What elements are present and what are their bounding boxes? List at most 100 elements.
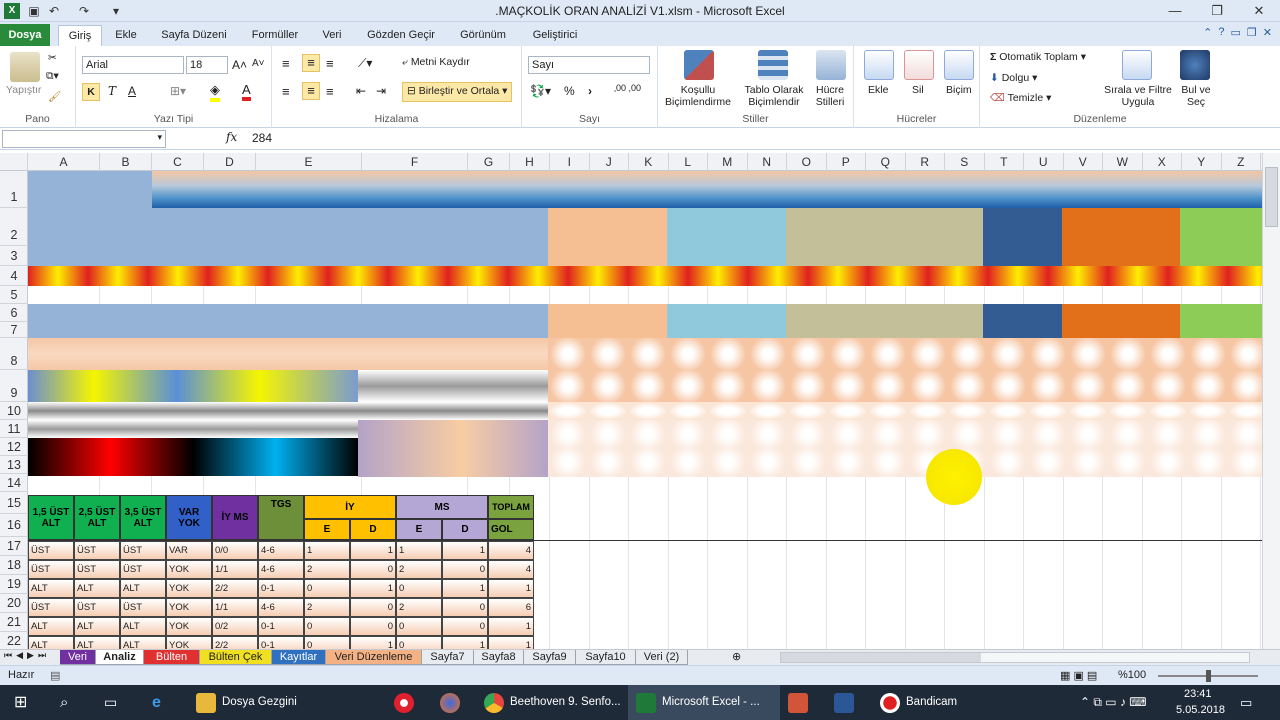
conditional-format-icon[interactable]: [684, 50, 714, 80]
zoom-level[interactable]: %100: [1118, 669, 1146, 681]
delete-cells-icon[interactable]: [904, 50, 934, 80]
table-cell[interactable]: 2: [396, 560, 442, 579]
find-select-button[interactable]: Bul ve Seç: [1176, 84, 1216, 108]
table-cell[interactable]: 1: [304, 541, 350, 560]
name-box[interactable]: ▾: [2, 130, 166, 148]
bold-button[interactable]: K: [82, 83, 100, 101]
sheet-tab[interactable]: Bülten Çek: [200, 650, 272, 665]
column-header-r[interactable]: R: [906, 153, 945, 171]
column-header-e[interactable]: E: [256, 153, 362, 171]
tab-page-layout[interactable]: Sayfa Düzeni: [152, 25, 236, 46]
table-cell[interactable]: ALT: [74, 617, 120, 636]
table-cell[interactable]: 2/2: [212, 636, 258, 649]
column-header-z[interactable]: Z: [1222, 153, 1261, 171]
macro-record-icon[interactable]: ▤: [50, 669, 60, 682]
align-left-icon[interactable]: ≡: [282, 84, 290, 99]
sheet-tab[interactable]: Veri (2): [636, 650, 688, 665]
conditional-format-button[interactable]: Koşullu Biçimlendirme: [662, 84, 734, 108]
clock-date[interactable]: 5.05.2018: [1176, 693, 1225, 720]
row-header-3[interactable]: 3: [0, 246, 28, 266]
table-cell[interactable]: ALT: [74, 579, 120, 598]
tab-insert[interactable]: Ekle: [108, 25, 144, 46]
table-cell[interactable]: ALT: [120, 636, 166, 649]
clear-button[interactable]: ⌫ Temizle ▾: [990, 92, 1051, 104]
sheet-tab[interactable]: Sayfa7: [422, 650, 474, 665]
format-as-table-button[interactable]: Tablo Olarak Biçimlendir: [738, 84, 810, 108]
table-cell[interactable]: ALT: [28, 617, 74, 636]
insert-cells-button[interactable]: Ekle: [868, 84, 888, 96]
close-button[interactable]: ✕: [1238, 0, 1280, 22]
table-cell[interactable]: YOK: [166, 560, 212, 579]
column-header-j[interactable]: J: [590, 153, 629, 171]
row-header-19[interactable]: 19: [0, 575, 28, 594]
column-header-k[interactable]: K: [629, 153, 669, 171]
vertical-scrollbar[interactable]: [1262, 153, 1280, 649]
column-header-h[interactable]: H: [510, 153, 550, 171]
increase-indent-icon[interactable]: ⇥: [376, 84, 386, 98]
sheet-tab[interactable]: Sayfa10: [576, 650, 636, 665]
table-cell[interactable]: 1: [350, 541, 396, 560]
row-header-10[interactable]: 10: [0, 402, 28, 420]
font-color-icon[interactable]: A: [242, 82, 251, 101]
table-cell[interactable]: YOK: [166, 579, 212, 598]
column-header-t[interactable]: T: [985, 153, 1024, 171]
row-header-1[interactable]: 1: [0, 171, 28, 208]
table-cell[interactable]: 0: [442, 598, 488, 617]
table-cell[interactable]: 0/0: [212, 541, 258, 560]
align-center-icon[interactable]: ≡: [302, 82, 320, 100]
column-header-s[interactable]: S: [945, 153, 985, 171]
cell-styles-icon[interactable]: [816, 50, 846, 80]
table-cell[interactable]: 1: [396, 541, 442, 560]
column-header-l[interactable]: L: [669, 153, 708, 171]
table-cell[interactable]: ÜST: [120, 598, 166, 617]
minimize-ribbon-icon[interactable]: ⌃: [1203, 26, 1212, 39]
start-windows-icon[interactable]: ⊞: [14, 685, 27, 720]
decrease-indent-icon[interactable]: ⇤: [356, 84, 366, 98]
name-box-dropdown-icon[interactable]: ▾: [157, 132, 162, 143]
row-header-4[interactable]: 4: [0, 266, 28, 286]
percent-button[interactable]: %: [564, 84, 575, 98]
tab-formulas[interactable]: Formüller: [244, 25, 306, 46]
table-cell[interactable]: YOK: [166, 598, 212, 617]
fill-color-icon[interactable]: ◈: [210, 82, 220, 102]
find-select-icon[interactable]: [1180, 50, 1210, 80]
table-cell[interactable]: 6: [488, 598, 534, 617]
table-cell[interactable]: 1: [488, 617, 534, 636]
column-header-f[interactable]: F: [362, 153, 468, 171]
tray-icons[interactable]: ⌃ ⧉ ▭ ♪ ⌨: [1080, 685, 1147, 720]
table-cell[interactable]: 2: [304, 560, 350, 579]
view-buttons-icon[interactable]: ▦ ▣ ▤: [1060, 669, 1097, 682]
table-cell[interactable]: 0-1: [258, 579, 304, 598]
paste-icon[interactable]: [10, 52, 40, 82]
firefox-icon[interactable]: [440, 693, 460, 713]
sheet-tab[interactable]: Analiz: [96, 650, 144, 665]
sort-filter-button[interactable]: Sırala ve Filtre Uygula: [1102, 84, 1174, 108]
table-cell[interactable]: 0: [350, 560, 396, 579]
align-bottom-icon[interactable]: ≡: [326, 56, 334, 71]
table-cell[interactable]: ÜST: [28, 541, 74, 560]
table-cell[interactable]: 4: [488, 541, 534, 560]
column-header-x[interactable]: X: [1143, 153, 1182, 171]
horizontal-scrollbar[interactable]: [780, 652, 1250, 663]
file-explorer-icon[interactable]: [196, 693, 216, 713]
table-cell[interactable]: 4: [488, 560, 534, 579]
sort-filter-icon[interactable]: [1122, 50, 1152, 80]
table-cell[interactable]: 1: [350, 579, 396, 598]
table-cell[interactable]: 4-6: [258, 598, 304, 617]
formula-input[interactable]: 284: [252, 131, 272, 145]
table-cell[interactable]: 1: [442, 541, 488, 560]
row-header-7[interactable]: 7: [0, 322, 28, 338]
column-header-d[interactable]: D: [204, 153, 256, 171]
format-cells-icon[interactable]: [944, 50, 974, 80]
table-cell[interactable]: ÜST: [28, 560, 74, 579]
font-name-select[interactable]: Arial: [82, 56, 184, 74]
sheet-nav-arrows-icon[interactable]: ⏮◀▶⏭: [4, 650, 50, 661]
restore-button[interactable]: ❐: [1196, 0, 1238, 22]
table-cell[interactable]: 0: [396, 579, 442, 598]
borders-icon[interactable]: ⊞▾: [170, 84, 186, 98]
paste-button[interactable]: Yapıştır: [6, 84, 41, 96]
table-cell[interactable]: 0: [442, 560, 488, 579]
copy-icon[interactable]: ⧉▾: [46, 70, 59, 83]
comma-style-button[interactable]: ›: [588, 84, 592, 98]
table-cell[interactable]: 2: [396, 598, 442, 617]
